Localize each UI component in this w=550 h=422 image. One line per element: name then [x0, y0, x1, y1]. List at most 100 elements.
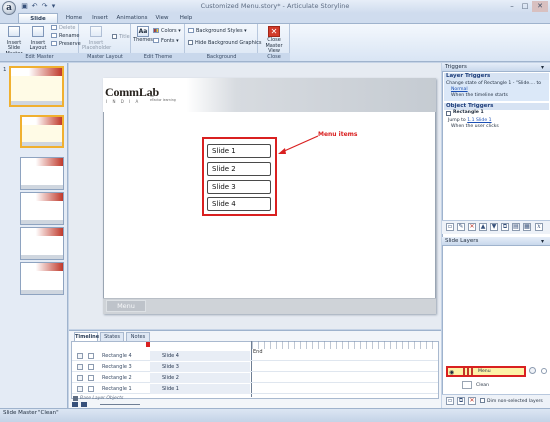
zoom-slider[interactable] — [100, 404, 140, 405]
master-thumbnail[interactable] — [9, 66, 64, 107]
variable-x-icon[interactable]: x — [535, 223, 543, 231]
delete-icon — [51, 25, 57, 30]
tab-view[interactable]: View — [152, 13, 172, 23]
tab-timeline[interactable]: Timeline — [74, 332, 99, 341]
slide-layers-menu-icon[interactable]: ▾ — [541, 238, 544, 245]
tab-slide-master[interactable]: Slide Master — [18, 13, 58, 32]
eye-icon[interactable] — [77, 353, 83, 359]
insert-layout-label: Insert Layout — [29, 39, 47, 51]
thumbnail-footer-strip — [21, 290, 63, 294]
lock-icon[interactable] — [88, 353, 94, 359]
layout-thumbnail[interactable] — [20, 192, 64, 225]
tab-insert[interactable]: Insert — [88, 13, 112, 23]
move-down-icon[interactable]: ▼ — [490, 223, 498, 231]
play-icon[interactable] — [72, 402, 78, 407]
lock-icon[interactable] — [88, 386, 94, 392]
thumbnail-number: 1 — [3, 67, 7, 73]
tab-help[interactable]: Help — [176, 13, 196, 23]
variables-icon[interactable]: ▦ — [523, 223, 531, 231]
layer-options-icon[interactable] — [541, 368, 547, 374]
background-styles-dropdown[interactable]: Background Styles ▾ — [188, 28, 247, 35]
close-master-view-button[interactable]: ✕ Close Master View — [259, 26, 289, 55]
colors-dropdown[interactable]: Colors ▾ — [153, 28, 181, 35]
layout-thumbnail[interactable] — [20, 157, 64, 190]
thumbnail-header-strip — [21, 263, 63, 271]
background-styles-icon — [188, 28, 194, 33]
colors-icon — [153, 28, 159, 33]
jump-target-link[interactable]: 1.1 Slide 1 — [467, 118, 491, 123]
themes-icon: Aa — [137, 26, 149, 37]
layer-visibility-eye-icon[interactable]: ◉ — [449, 369, 454, 376]
fonts-dropdown[interactable]: Fonts ▾ — [153, 38, 179, 45]
group-label-background: Background — [185, 53, 258, 61]
object-trigger-object-name[interactable]: Rectangle 1 — [453, 110, 484, 116]
tab-animations[interactable]: Animations — [115, 13, 149, 23]
thumbnail-footer-strip — [11, 101, 62, 105]
delete-layer-icon[interactable]: ✕ — [468, 397, 476, 405]
footer-menu-button[interactable]: Menu — [106, 300, 146, 312]
insert-layout-button[interactable]: Insert Layout — [27, 26, 49, 52]
hide-background-graphics-checkbox[interactable]: Hide Background Graphics — [188, 40, 262, 47]
move-up-icon[interactable]: ▲ — [479, 223, 487, 231]
delete-button[interactable]: Delete — [51, 25, 75, 32]
layout-thumbnail[interactable] — [20, 262, 64, 295]
playhead-marker-icon[interactable] — [146, 342, 150, 347]
eye-icon[interactable] — [77, 386, 83, 392]
layout-thumbnail[interactable] — [20, 227, 64, 260]
paste-trigger-icon[interactable]: ▤ — [512, 223, 520, 231]
timeline-row-object[interactable]: Slide 2 — [150, 373, 250, 383]
delete-trigger-icon[interactable]: ✕ — [468, 223, 476, 231]
tab-home[interactable]: Home — [62, 13, 86, 23]
menu-item-slide-1[interactable]: Slide 1 — [207, 144, 271, 158]
base-layer-expand-icon[interactable] — [73, 396, 78, 401]
timeline-row-object[interactable]: Slide 3 — [150, 362, 250, 372]
lock-icon[interactable] — [88, 375, 94, 381]
stop-icon[interactable] — [81, 402, 87, 407]
insert-layout-icon — [32, 26, 44, 37]
themes-button[interactable]: Aa Themes — [133, 26, 153, 44]
new-trigger-icon[interactable]: ▫ — [446, 223, 454, 231]
maximize-button[interactable]: □ — [519, 1, 531, 12]
duplicate-layer-icon[interactable]: ⧉ — [457, 397, 465, 405]
timeline-row[interactable]: Rectangle 4 Slide 4 — [72, 351, 438, 361]
app-menu-orb[interactable]: a — [2, 1, 16, 15]
close-button[interactable]: ✕ — [532, 1, 548, 12]
rename-button[interactable]: Rename — [51, 33, 80, 40]
menu-item-slide-3[interactable]: Slide 3 — [207, 180, 271, 194]
eye-icon[interactable] — [77, 364, 83, 370]
new-layer-icon[interactable]: ▫ — [446, 397, 454, 405]
edit-trigger-icon[interactable]: ✎ — [457, 223, 465, 231]
minimize-button[interactable]: – — [506, 1, 518, 12]
eye-icon[interactable] — [77, 375, 83, 381]
timeline-row-layer: Rectangle 3 — [102, 364, 132, 370]
dim-non-selected-checkbox[interactable]: Dim non-selected layers — [480, 398, 543, 405]
timeline-row[interactable]: Rectangle 1 Slide 1 — [72, 384, 438, 394]
triggers-panel-menu-icon[interactable]: ▾ — [541, 64, 544, 71]
timeline-row-object[interactable]: Slide 1 — [150, 384, 250, 394]
timeline-row-layer: Rectangle 2 — [102, 375, 132, 381]
menu-item-slide-4[interactable]: Slide 4 — [207, 197, 271, 211]
copy-trigger-icon[interactable]: ⧉ — [501, 223, 509, 231]
rename-icon — [51, 33, 57, 38]
timeline-row-object[interactable]: Slide 4 — [150, 351, 250, 361]
timeline-row[interactable]: Rectangle 3 Slide 3 — [72, 362, 438, 372]
preserve-button[interactable]: Preserve — [51, 41, 81, 48]
layer-name-clean: Clean — [476, 383, 490, 388]
status-bar — [0, 408, 550, 422]
lock-icon[interactable] — [88, 364, 94, 370]
title-checkbox[interactable]: Title — [112, 34, 130, 41]
tab-notes[interactable]: Notes — [126, 332, 150, 341]
menu-item-slide-2[interactable]: Slide 2 — [207, 162, 271, 176]
layout-thumbnail-clean[interactable] — [20, 115, 64, 148]
group-label-edit-master: Edit Master — [0, 53, 79, 61]
insert-placeholder-button[interactable]: Insert Placeholder — [82, 26, 111, 52]
layer-properties-icon[interactable] — [529, 367, 536, 374]
object-trigger-action[interactable]: Jump to 1.1 Slide 1 — [448, 118, 492, 124]
layer-trigger-state-link[interactable]: Normal — [451, 87, 468, 93]
logo-tagline-line2: eFactor learning — [150, 97, 176, 102]
delete-label: Delete — [59, 25, 76, 31]
tab-states[interactable]: States — [100, 332, 124, 341]
layer-thumbnail-icon — [463, 368, 473, 375]
commlab-logo-tagline: for eFactor learning — [150, 94, 176, 103]
timeline-row[interactable]: Rectangle 2 Slide 2 — [72, 373, 438, 383]
